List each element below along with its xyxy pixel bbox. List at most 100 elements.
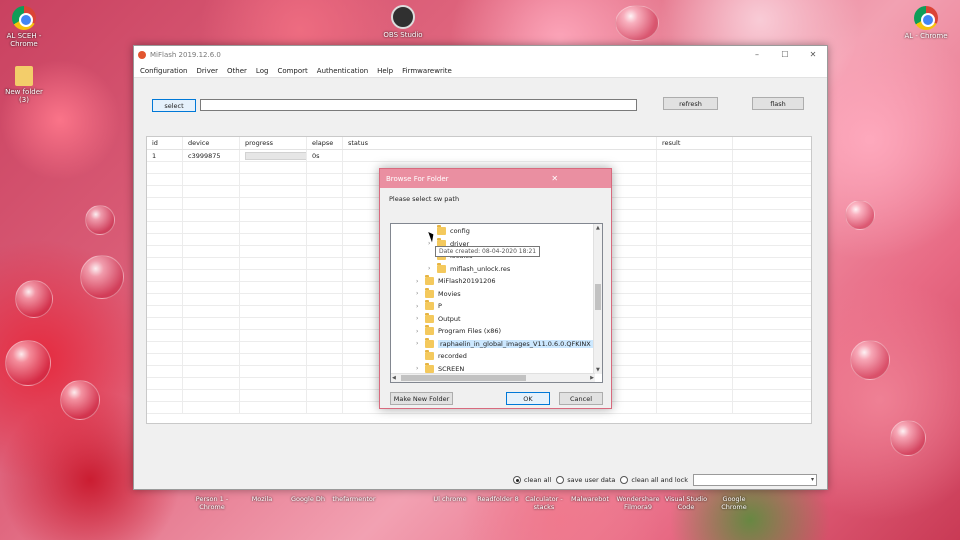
chevron-right-icon[interactable]: › (428, 265, 437, 272)
radio-dot[interactable] (620, 476, 629, 484)
tree-item[interactable]: recorded (416, 350, 467, 362)
ok-button[interactable]: OK (506, 392, 550, 405)
desktop-icon[interactable]: Readfolder 8 (476, 495, 520, 503)
desktop-icon[interactable]: Visual Studio Code (664, 495, 708, 511)
desktop-icon-chrome-profile[interactable]: AL SCEH - Chrome (0, 6, 48, 48)
desktop-icon-new-folder[interactable]: New folder (3) (0, 66, 48, 104)
tree-item-label: raphaelin_in_global_images_V11.0.6.0.QFK… (438, 339, 593, 348)
select-button[interactable]: select (152, 99, 196, 112)
folder-icon (425, 337, 434, 348)
column-header-progress[interactable]: progress (240, 137, 307, 149)
water-drop (60, 380, 100, 420)
desktop-icon[interactable]: Google Chrome (712, 495, 756, 511)
chevron-right-icon[interactable]: › (416, 315, 425, 322)
minimize-icon[interactable]: – (743, 46, 771, 64)
menu-comport[interactable]: Comport (277, 67, 307, 75)
scrollbar-thumb[interactable] (401, 375, 526, 381)
refresh-button[interactable]: refresh (663, 97, 718, 110)
menu-log[interactable]: Log (256, 67, 269, 75)
water-drop (80, 255, 124, 299)
scroll-left-icon[interactable]: ◀ (392, 375, 396, 381)
scroll-down-icon[interactable]: ▼ (596, 367, 600, 373)
chrome-icon (914, 6, 938, 30)
desktop-icon[interactable]: thefarmentor (332, 495, 376, 503)
rom-path-input[interactable] (200, 99, 637, 111)
desktop-icon-chrome-al[interactable]: AL - Chrome (902, 6, 950, 40)
window-title: MiFlash 2019.12.6.0 (150, 51, 221, 59)
scrollbar-thumb[interactable] (595, 284, 601, 310)
radio-dot[interactable] (513, 476, 522, 484)
menu-other[interactable]: Other (227, 67, 247, 75)
scroll-right-icon[interactable]: ▶ (590, 375, 594, 381)
tree-item[interactable]: › MiFlash20191206 (416, 275, 496, 287)
menu-firmwarewrite[interactable]: Firmwarewrite (402, 67, 452, 75)
tree-item[interactable]: › Movies (416, 287, 461, 300)
tree-item[interactable]: › Program Files (x86) (416, 325, 501, 337)
desktop-icon-obs[interactable]: OBS Studio (379, 5, 427, 39)
desktop-icon-label: Google Dh (290, 495, 326, 503)
tree-item-label: MiFlash20191206 (438, 277, 496, 285)
tree-vertical-scrollbar[interactable]: ▲ ▼ (593, 224, 602, 374)
tree-item[interactable]: › miflash_unlock.res (428, 262, 510, 275)
desktop-icon[interactable]: Calculator - stacks (522, 495, 566, 511)
chevron-right-icon[interactable]: › (416, 328, 425, 335)
desktop-icon-label: thefarmentor (332, 495, 376, 503)
tree-item[interactable]: config (428, 225, 470, 237)
column-header-device[interactable]: device (183, 137, 240, 149)
menu-help[interactable]: Help (377, 67, 393, 75)
clean-all-radio[interactable]: clean all (513, 476, 551, 484)
desktop-icon[interactable]: Person 1 - Chrome (190, 495, 234, 511)
tree-item[interactable]: › Output (416, 312, 461, 325)
window-titlebar[interactable]: MiFlash 2019.12.6.0 – ☐ ✕ (134, 46, 827, 64)
folder-icon (425, 312, 434, 323)
desktop-icon[interactable]: Malwarebot (568, 495, 612, 503)
chevron-right-icon[interactable]: › (416, 365, 425, 372)
cell-result (657, 150, 733, 161)
menu-driver[interactable]: Driver (196, 67, 218, 75)
close-icon[interactable]: ✕ (499, 174, 612, 183)
script-combobox[interactable]: ▾ (693, 474, 817, 486)
flash-button[interactable]: flash (752, 97, 804, 110)
chevron-right-icon[interactable]: › (416, 290, 425, 297)
chevron-right-icon[interactable]: › (416, 303, 425, 310)
cell-status (343, 150, 657, 161)
column-header-elapse[interactable]: elapse (307, 137, 343, 149)
desktop-icon-label: Visual Studio Code (664, 495, 708, 511)
tree-item[interactable]: › raphaelin_in_global_images_V11.0.6.0.QF… (416, 337, 593, 350)
menu-configuration[interactable]: Configuration (140, 67, 187, 75)
cancel-button[interactable]: Cancel (559, 392, 603, 405)
chevron-down-icon[interactable]: ▾ (811, 475, 814, 485)
tree-item-label: config (450, 227, 470, 235)
chevron-right-icon[interactable]: › (416, 278, 425, 285)
table-row[interactable]: 1 c3999875 0s (147, 150, 811, 162)
desktop-icon-label: Mozila (251, 495, 273, 503)
clean-all-and-lock-radio[interactable]: clean all and lock (620, 476, 688, 484)
save-user-data-radio[interactable]: save user data (556, 476, 615, 484)
tree-item[interactable]: › P (416, 300, 442, 312)
menu-authentication[interactable]: Authentication (317, 67, 368, 75)
desktop-icon[interactable]: Mozila (240, 495, 284, 503)
dialog-titlebar[interactable]: Browse For Folder ✕ (380, 169, 611, 188)
desktop-icon-label: Wondershare Filmora9 (616, 495, 660, 511)
chevron-right-icon[interactable]: › (416, 340, 425, 347)
desktop-icon-label: Malwarebot (571, 495, 609, 503)
radio-dot[interactable] (556, 476, 565, 484)
desktop-icon[interactable]: Google Dh (286, 495, 330, 503)
browse-folder-dialog: Browse For Folder ✕ Please select sw pat… (379, 168, 612, 409)
folder-icon (425, 300, 434, 310)
maximize-icon[interactable]: ☐ (771, 46, 799, 64)
make-new-folder-button[interactable]: Make New Folder (390, 392, 453, 405)
close-icon[interactable]: ✕ (799, 46, 827, 64)
obs-icon (391, 5, 415, 29)
desktop-icon[interactable]: Ul chrome (428, 495, 472, 503)
column-header-id[interactable]: id (147, 137, 183, 149)
desktop-icon-label: AL - Chrome (904, 32, 948, 40)
scroll-up-icon[interactable]: ▲ (596, 225, 600, 231)
column-header-status[interactable]: status (343, 137, 657, 149)
water-drop (615, 5, 659, 41)
column-header-blank (733, 137, 811, 149)
cell-blank (733, 150, 811, 161)
tree-horizontal-scrollbar[interactable]: ◀ ▶ (391, 373, 595, 382)
column-header-result[interactable]: result (657, 137, 733, 149)
desktop-icon[interactable]: Wondershare Filmora9 (616, 495, 660, 511)
